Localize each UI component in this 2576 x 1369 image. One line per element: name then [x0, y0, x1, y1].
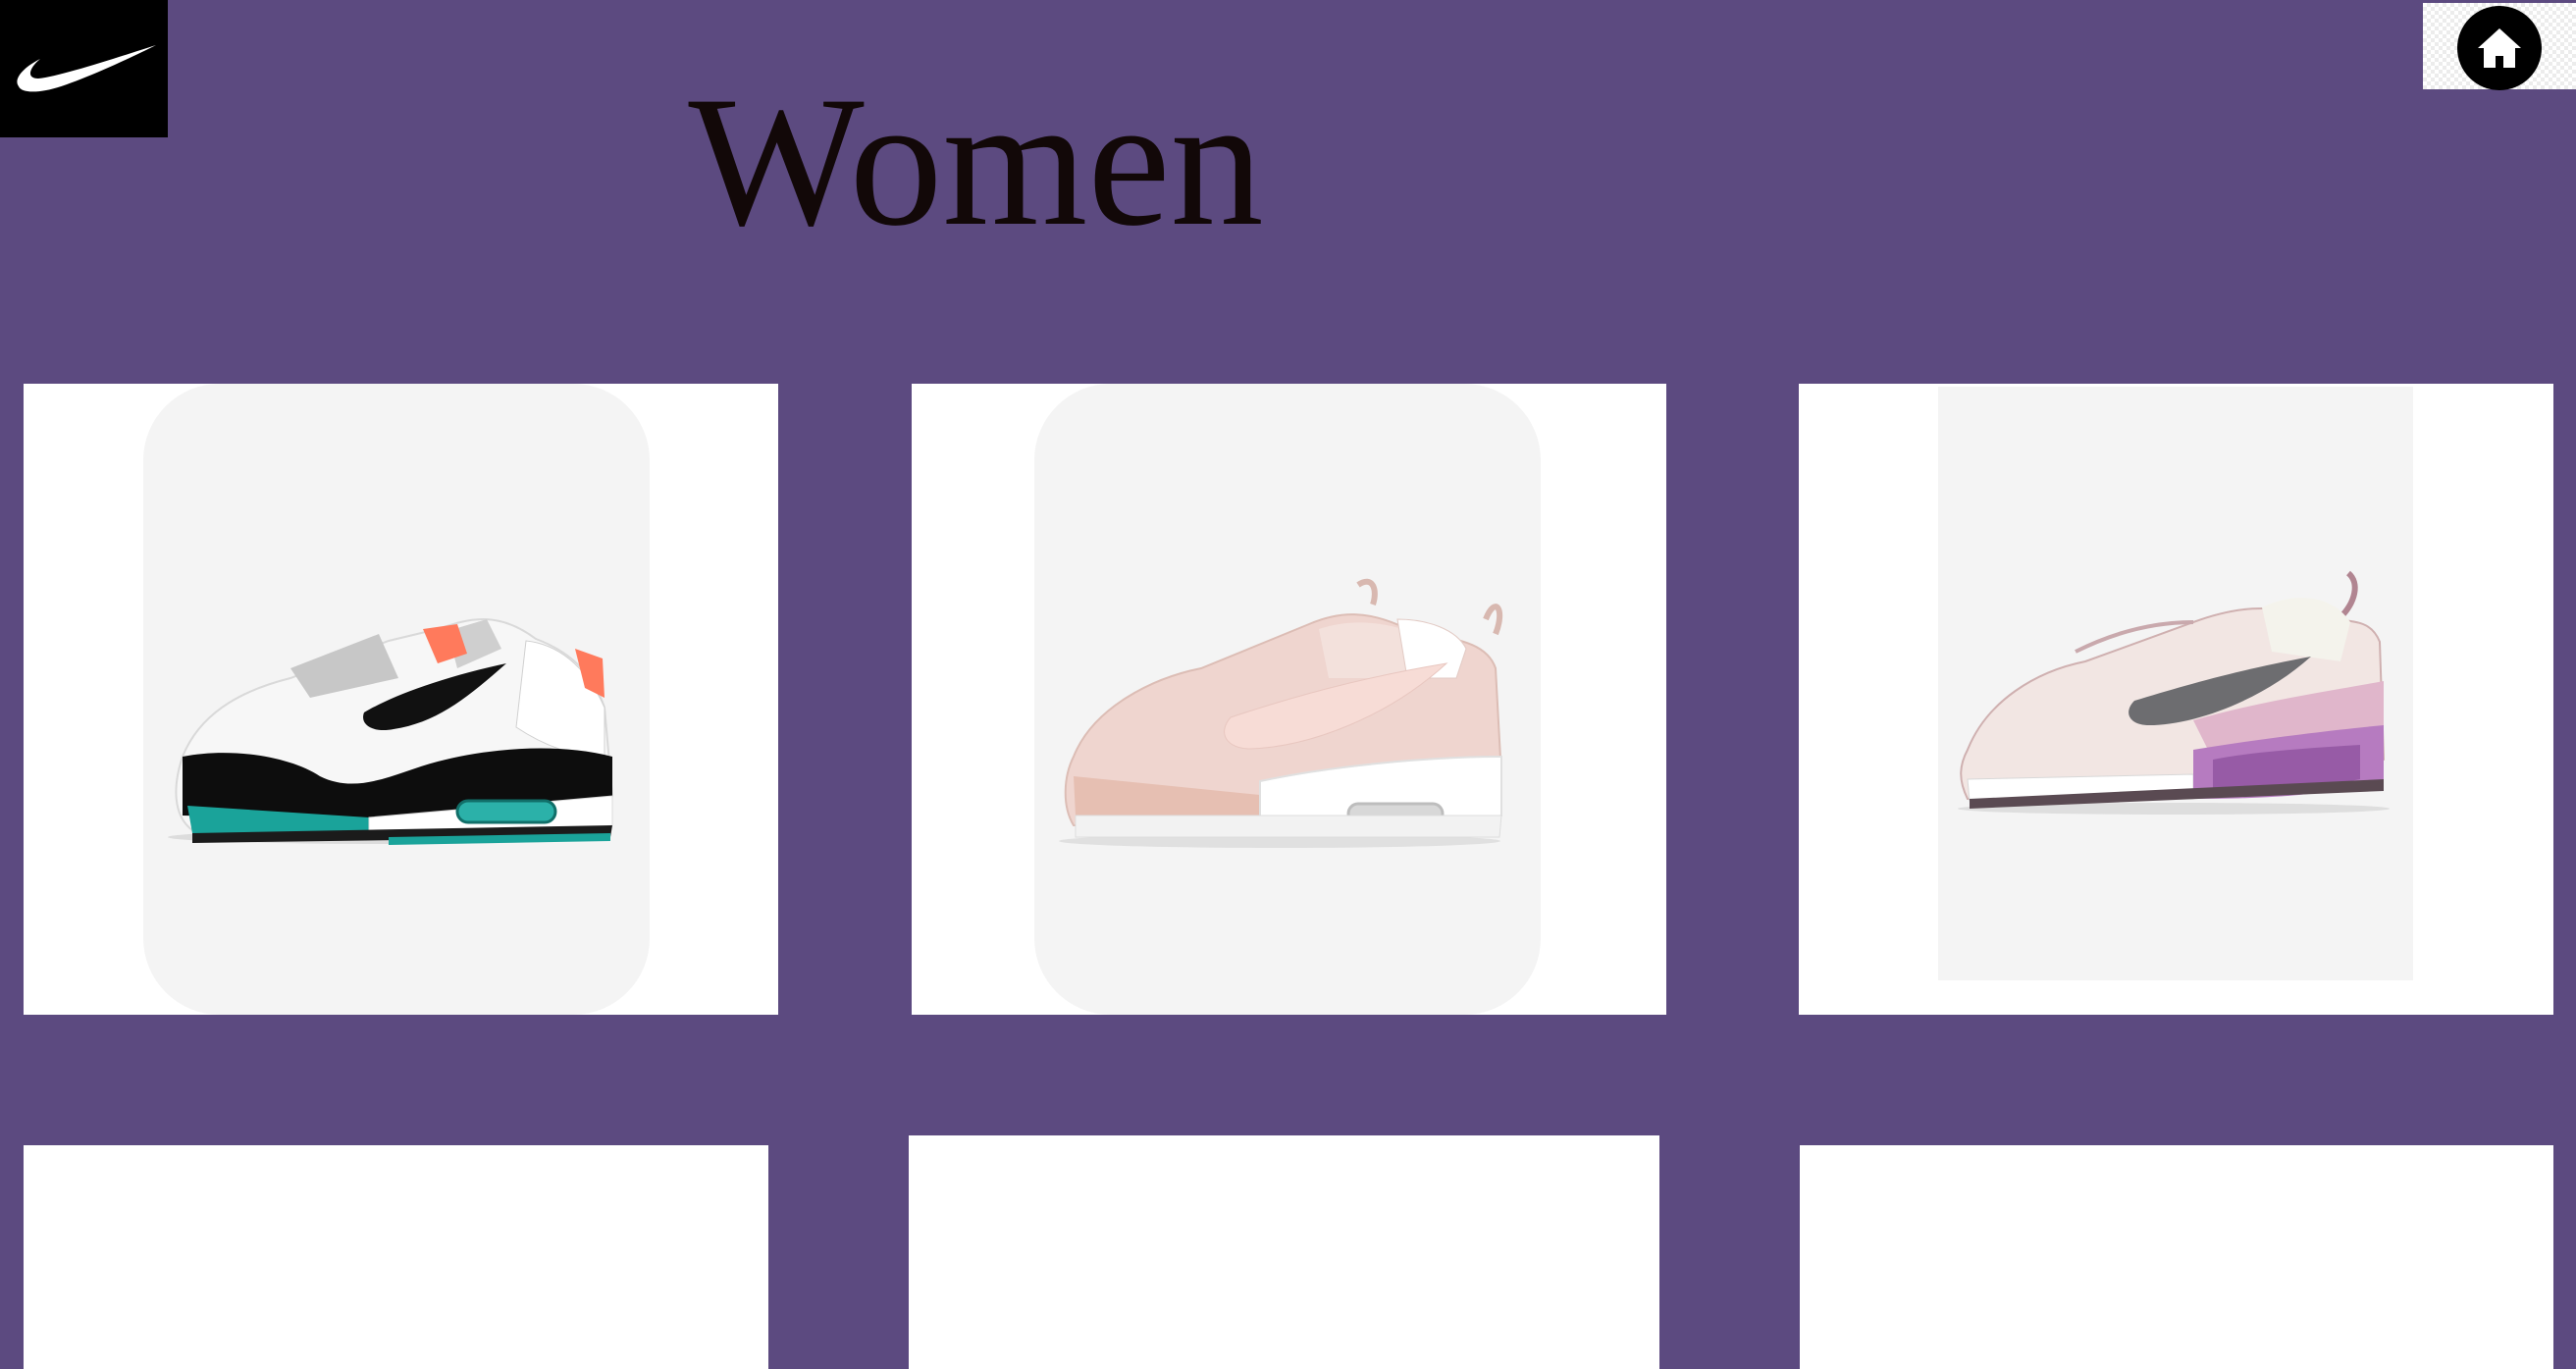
product-card-1[interactable]: [24, 384, 778, 1015]
product-card-3[interactable]: [1799, 384, 2553, 1015]
product-image-3: [1938, 387, 2413, 980]
product-card-2[interactable]: [912, 384, 1666, 1015]
product-image-1: [143, 384, 650, 1015]
sneaker-image-2: [1059, 578, 1503, 848]
sneaker-image-1: [168, 618, 614, 845]
page-title: Women: [688, 59, 1264, 265]
product-card-4[interactable]: [24, 1145, 768, 1369]
home-icon: [2478, 28, 2521, 68]
product-image-2: [1034, 384, 1541, 1015]
sneaker-image-3: [1958, 570, 2390, 815]
product-card-6[interactable]: [1800, 1145, 2553, 1369]
home-circle: [2457, 6, 2542, 90]
product-card-5[interactable]: [909, 1135, 1659, 1369]
home-button[interactable]: [2423, 3, 2576, 90]
